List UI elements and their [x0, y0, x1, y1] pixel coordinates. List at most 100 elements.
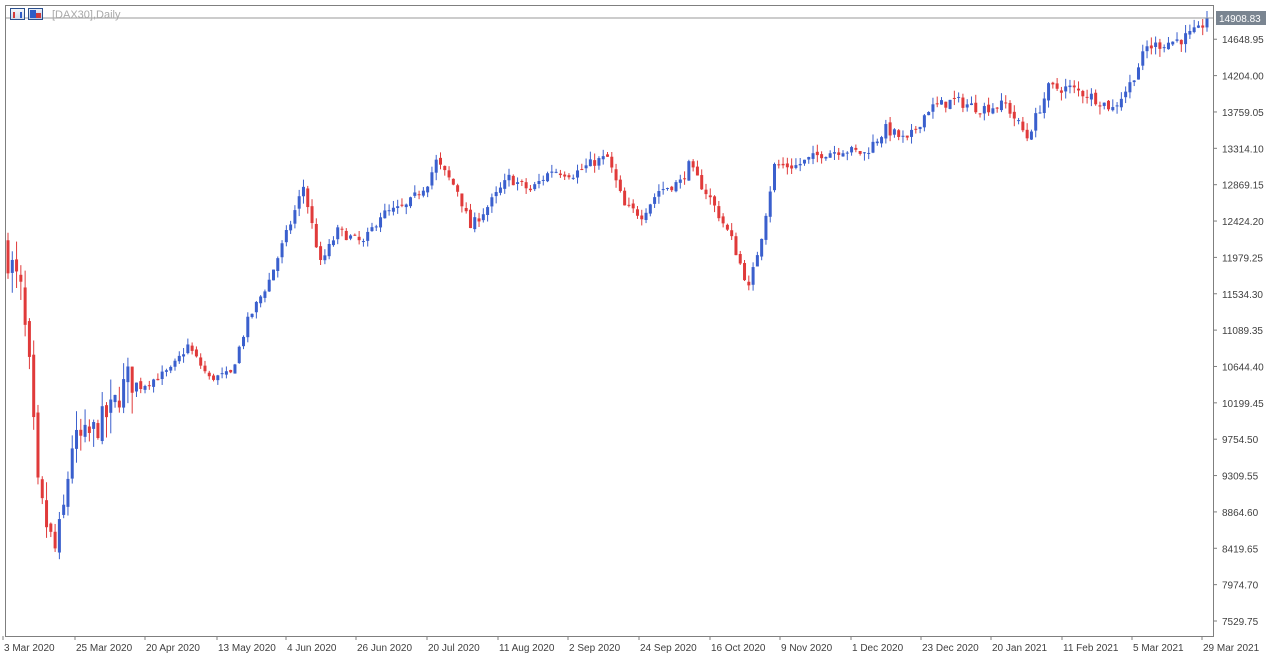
candle-body: [1038, 112, 1042, 114]
candle: [276, 256, 280, 278]
candle-body: [892, 129, 896, 135]
x-tick-label: 20 Apr 2020: [146, 643, 200, 654]
candle: [460, 193, 464, 213]
candle: [117, 386, 121, 413]
candle: [828, 150, 832, 158]
candle: [379, 212, 383, 233]
candle: [927, 111, 931, 116]
candle-body: [122, 379, 126, 408]
candle: [1008, 100, 1012, 118]
x-tick-label: 11 Feb 2021: [1063, 643, 1119, 654]
candle: [999, 93, 1003, 113]
candle-body: [379, 217, 383, 228]
candle: [635, 206, 639, 219]
candle: [1064, 78, 1068, 99]
candle: [1068, 79, 1072, 94]
candle: [533, 181, 537, 192]
y-tick-label: 9309.55: [1222, 472, 1259, 483]
candle: [494, 186, 498, 204]
candle: [1154, 36, 1158, 55]
candle-body: [340, 228, 344, 230]
candle-body: [464, 207, 468, 212]
candle: [665, 187, 669, 191]
candle: [27, 318, 31, 370]
candle-body: [743, 263, 747, 281]
candle-body: [601, 156, 605, 160]
candle-body: [1115, 105, 1119, 107]
candle: [541, 175, 545, 186]
candle: [914, 125, 918, 134]
candle-body: [640, 215, 644, 220]
candle: [790, 158, 794, 174]
candle-body: [1029, 131, 1033, 140]
candle: [597, 156, 601, 170]
candle-body: [948, 99, 952, 109]
y-tick-label: 11534.30: [1222, 290, 1263, 301]
candle: [969, 96, 973, 106]
candle: [344, 228, 348, 241]
candle-body: [695, 166, 699, 176]
candle: [601, 149, 605, 165]
candle: [614, 163, 618, 188]
candle-body: [75, 429, 79, 449]
candle-body: [1051, 82, 1055, 85]
candle: [751, 262, 755, 291]
chart-window[interactable]: [DAX30],Daily 14648.95 14204.00 13759.05 13…: [0, 0, 1280, 664]
candle-body: [79, 429, 83, 436]
candle-body: [584, 165, 588, 169]
candle-body: [567, 175, 571, 178]
candle-body: [524, 182, 528, 189]
x-tick-label: 25 Mar 2020: [76, 643, 133, 654]
candle-body: [995, 107, 999, 109]
candle-body: [349, 235, 353, 239]
window-list-icon[interactable]: [10, 8, 25, 20]
candle: [490, 193, 494, 213]
candle: [242, 335, 246, 350]
candle: [730, 223, 734, 241]
chart-type-icon[interactable]: [28, 8, 43, 20]
candle-body: [203, 365, 207, 372]
candle-body: [871, 141, 875, 153]
candle: [194, 346, 198, 358]
candle: [173, 358, 177, 371]
candle-body: [546, 173, 550, 182]
candle: [1025, 123, 1029, 142]
candle-body: [1136, 67, 1140, 80]
candle-body: [383, 210, 387, 219]
candle: [888, 117, 892, 142]
candle: [233, 363, 237, 374]
y-tick-label: 13759.05: [1222, 108, 1264, 119]
candle: [66, 471, 70, 516]
candle-body: [674, 182, 678, 192]
candle-body: [580, 169, 584, 171]
candle-body: [134, 382, 138, 392]
candle-body: [875, 141, 879, 144]
candle: [1034, 107, 1038, 138]
candlestick-chart[interactable]: 14648.95 14204.00 13759.05 13314.10 12869.15…: [0, 0, 1280, 664]
candle: [1038, 105, 1042, 114]
candle-body: [473, 217, 477, 230]
candle: [319, 241, 323, 265]
candle: [92, 419, 96, 447]
candle-body: [678, 179, 682, 183]
candle-body: [1175, 39, 1179, 41]
candle-body: [922, 115, 926, 128]
candle-body: [781, 163, 785, 166]
candle: [122, 363, 126, 414]
candle: [79, 418, 83, 451]
x-tick-label: 5 Mar 2021: [1133, 643, 1184, 654]
candle-body: [704, 189, 708, 195]
candle: [747, 275, 751, 291]
candle-body: [319, 246, 323, 260]
candle: [361, 238, 365, 247]
candle: [1205, 10, 1209, 32]
candle: [773, 162, 777, 193]
candle: [349, 234, 353, 241]
candle: [695, 160, 699, 176]
candle-body: [1102, 102, 1106, 106]
candle: [75, 411, 79, 463]
candle: [207, 370, 211, 380]
candle: [995, 106, 999, 113]
candle-body: [156, 378, 160, 381]
y-tick-label: 12869.15: [1222, 181, 1264, 192]
